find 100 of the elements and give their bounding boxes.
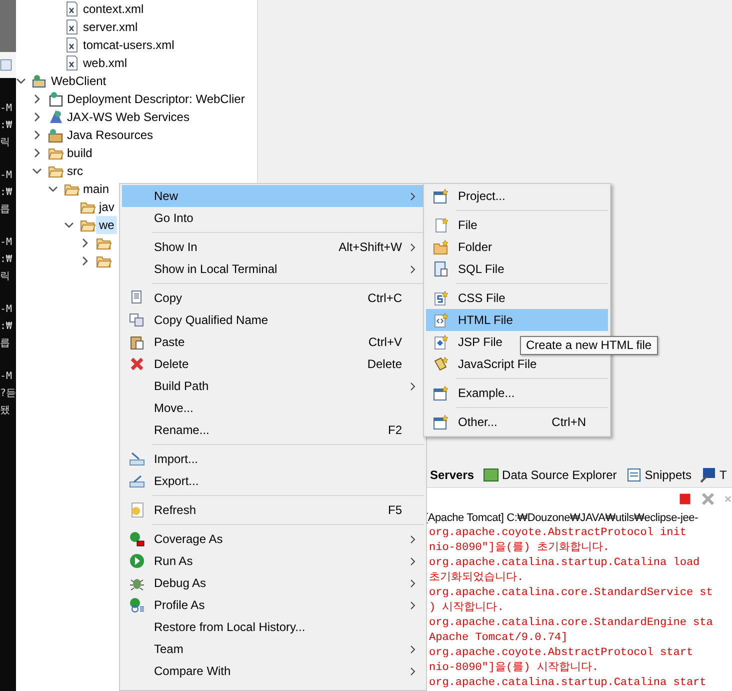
menu-item[interactable]: Move...	[122, 397, 424, 419]
menu-item[interactable]: Build Path	[122, 375, 424, 397]
profile-icon	[129, 597, 145, 613]
toolbar-icon	[0, 58, 12, 72]
view-tab[interactable]: Data Source Explorer	[483, 466, 617, 482]
tree-item[interactable]: tomcat-users.xml	[80, 36, 178, 54]
menu-item[interactable]: Rename... F2	[122, 419, 424, 441]
paste-icon	[129, 334, 145, 350]
tree-item[interactable]: context.xml	[80, 0, 147, 18]
terminal-text: :₩	[0, 186, 14, 200]
menu-item[interactable]: SQL File	[426, 258, 608, 280]
coverage-icon	[129, 531, 145, 547]
tree-item[interactable]: build	[64, 144, 96, 162]
menu-item[interactable]: File	[426, 214, 608, 236]
terminal-text: 릅	[0, 203, 11, 217]
close-icon	[700, 491, 716, 507]
terminal-text: ?듣	[0, 387, 16, 401]
file-icon	[433, 217, 449, 233]
menu-item[interactable]: Export...	[122, 470, 424, 492]
tree-item[interactable]: Java Resources	[64, 126, 156, 144]
tree-item[interactable]: server.xml	[80, 18, 141, 36]
database-file-icon	[433, 261, 449, 277]
xml-file-icon	[64, 37, 80, 53]
tree-item[interactable]: jav	[96, 198, 118, 216]
tree-item[interactable]: web.xml	[80, 54, 130, 72]
log-line: org.apache.catalina.core.StandardEngine sta	[428, 616, 714, 631]
menu-item[interactable]: HTML File	[426, 309, 608, 331]
refresh-icon	[129, 502, 145, 518]
menu-item[interactable]: CSS File	[426, 287, 608, 309]
window-icon	[433, 414, 449, 430]
log-line: Apache Tomcat/9.0.74]	[428, 631, 569, 646]
menu-item[interactable]: Restore from Local History...	[122, 616, 424, 638]
menu-item[interactable]: Compare With	[122, 660, 424, 682]
code-file-icon	[433, 312, 449, 328]
log-line: ) 시작합니다.	[428, 601, 505, 616]
view-tab[interactable]: Snippets	[626, 466, 692, 482]
tree-item[interactable]: we	[96, 216, 118, 234]
project-icon	[32, 73, 48, 89]
tree-item[interactable]: src	[64, 162, 86, 180]
terminal-text: :₩	[0, 253, 14, 267]
menu-item[interactable]: Show in Local Terminal	[122, 258, 424, 280]
tree-item[interactable]: Deployment Descriptor: WebClier	[64, 90, 248, 108]
menu-item[interactable]: Copy Qualified Name	[122, 309, 424, 331]
descriptor-icon	[48, 91, 64, 107]
xml-file-icon	[64, 55, 80, 71]
menu-item[interactable]: Copy Ctrl+C	[122, 287, 424, 309]
terminal-text: 됐	[0, 404, 11, 418]
menu-item[interactable]: Other... Ctrl+N	[426, 411, 608, 433]
terminal-text: 릭	[0, 270, 11, 284]
tooltip: Create a new HTML file	[520, 336, 658, 355]
terminal-text: -M	[0, 102, 14, 116]
tree-item[interactable]: JAX-WS Web Services	[64, 108, 192, 126]
menu-item[interactable]: Import...	[122, 448, 424, 470]
log-line: org.apache.catalina.startup.Catalina start	[428, 676, 708, 691]
delete-icon	[129, 356, 145, 372]
menu-item[interactable]: Debug As	[122, 572, 424, 594]
menu-item[interactable]: New	[122, 185, 424, 207]
terminal-text: -M	[0, 236, 14, 250]
terminal-text: -M	[0, 303, 14, 317]
window-icon	[433, 385, 449, 401]
terminal-text: 릭	[0, 136, 11, 150]
xml-file-icon	[64, 19, 80, 35]
menu-item[interactable]: JavaScript File	[426, 353, 608, 375]
menu-item[interactable]: Folder	[426, 236, 608, 258]
log-line: org.apache.coyote.AbstractProtocol start	[428, 646, 694, 661]
menu-item[interactable]: Profile As	[122, 594, 424, 616]
stylesheet-file-icon	[433, 290, 449, 306]
tree-item[interactable]: main	[80, 180, 112, 198]
menu-item[interactable]: Project...	[426, 185, 608, 207]
import-icon	[129, 451, 145, 467]
terminal-icon	[700, 466, 716, 482]
terminal-text: 릅	[0, 337, 11, 351]
log-line: org.apache.catalina.startup.Catalina load	[428, 556, 701, 571]
menu-item[interactable]: Show In Alt+Shift+W	[122, 236, 424, 258]
log-line: nio-8090"]을(를) 초기화합니다.	[428, 541, 610, 556]
run-icon	[129, 553, 145, 569]
menu-item[interactable]: Delete Delete	[122, 353, 424, 375]
resources-icon	[48, 127, 64, 143]
menu-item[interactable]: Example...	[426, 382, 608, 404]
terminal-text: -M	[0, 169, 14, 183]
tree-item[interactable]: WebClient	[48, 72, 110, 90]
script-file-icon	[433, 356, 449, 372]
log-line: org.apache.coyote.AbstractProtocol init	[428, 526, 688, 541]
menu-item[interactable]: Paste Ctrl+V	[122, 331, 424, 353]
web-services-icon	[48, 109, 64, 125]
terminal-text: :₩	[0, 119, 14, 133]
terminal-text: :₩	[0, 320, 14, 334]
copy-icon	[129, 312, 145, 328]
menu-item[interactable]: Run As	[122, 550, 424, 572]
view-tab[interactable]: T	[700, 466, 727, 482]
menu-item[interactable]: Coverage As	[122, 528, 424, 550]
menu-item[interactable]: Go Into	[122, 207, 424, 229]
stop-icon	[678, 492, 692, 506]
snippets-icon	[626, 466, 642, 482]
page-file-icon	[433, 334, 449, 350]
menu-item[interactable]: Team	[122, 638, 424, 660]
log-line: nio-8090"]을(를) 시작합니다.	[428, 661, 600, 676]
folder-icon	[433, 239, 449, 255]
window-icon	[433, 188, 449, 204]
menu-item[interactable]: Refresh F5	[122, 499, 424, 521]
